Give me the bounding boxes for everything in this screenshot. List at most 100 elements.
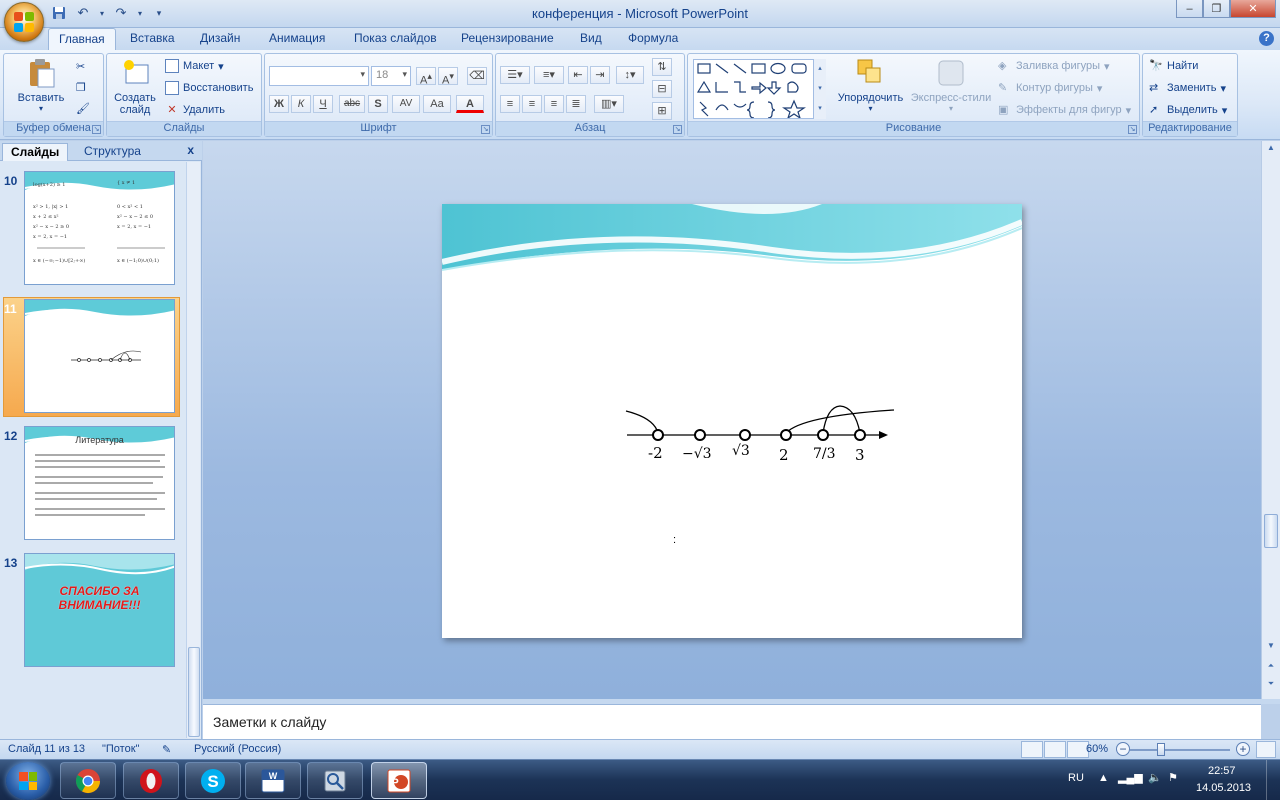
tab-formula[interactable]: Формула bbox=[628, 31, 678, 45]
grow-font-icon[interactable]: A▴ bbox=[416, 67, 436, 87]
slide-thumbnail-10[interactable]: 10 log(x+2) ≥ 1{ x ≠ 1 x² > 1, |x| > 10 … bbox=[0, 171, 186, 289]
shrink-font-icon[interactable]: A▾ bbox=[438, 67, 458, 87]
bullets-icon[interactable]: ☰▾ bbox=[500, 66, 530, 84]
pane-scroll-thumb[interactable] bbox=[188, 647, 200, 737]
format-painter-icon[interactable]: 🖌 bbox=[76, 102, 90, 115]
tab-view[interactable]: Вид bbox=[580, 31, 602, 45]
find-button[interactable]: 🔭 Найти bbox=[1149, 59, 1198, 73]
justify-icon[interactable]: ≣ bbox=[566, 95, 586, 113]
replace-button[interactable]: ⇄ Заменить ▾ bbox=[1149, 81, 1226, 95]
language-indicator[interactable]: Русский (Россия) bbox=[194, 743, 281, 755]
fit-to-window-icon[interactable] bbox=[1256, 741, 1276, 758]
columns-icon[interactable]: ▥▾ bbox=[594, 95, 624, 113]
taskbar-skype[interactable]: S bbox=[185, 762, 241, 799]
tab-animation[interactable]: Анимация bbox=[269, 31, 325, 45]
slide-sorter-icon[interactable] bbox=[1044, 741, 1066, 758]
taskbar-opera[interactable] bbox=[123, 762, 179, 799]
align-left-icon[interactable]: ≡ bbox=[500, 95, 520, 113]
dialog-launcher-icon[interactable]: ↘ bbox=[481, 125, 490, 134]
taskbar-word[interactable]: W bbox=[245, 762, 301, 799]
clock-date[interactable]: 14.05.2013 bbox=[1196, 782, 1251, 794]
normal-view-icon[interactable] bbox=[1021, 741, 1043, 758]
tab-slideshow[interactable]: Показ слайдов bbox=[354, 31, 437, 45]
font-name-combo[interactable] bbox=[269, 66, 369, 86]
shapes-scroll[interactable]: ▴ ▾ ▾ bbox=[813, 59, 826, 119]
language-tray[interactable]: RU bbox=[1068, 772, 1084, 784]
text-direction-icon[interactable]: ⇅ bbox=[652, 58, 672, 76]
arrange-button[interactable]: Упорядочить ▾ bbox=[833, 57, 908, 113]
show-hidden-icons[interactable]: ▲ bbox=[1098, 772, 1109, 784]
tab-home[interactable]: Главная bbox=[48, 28, 116, 50]
shapes-gallery[interactable] bbox=[693, 59, 826, 120]
italic-button[interactable]: К bbox=[291, 95, 311, 113]
font-color-button[interactable]: A bbox=[456, 95, 484, 113]
vertical-scrollbar[interactable]: ▲ ▼ ⏶ ⏷ bbox=[1261, 141, 1280, 699]
dialog-launcher-icon[interactable]: ↘ bbox=[92, 125, 101, 134]
clear-format-icon[interactable]: ⌫ bbox=[467, 67, 487, 85]
zoom-in-icon[interactable]: + bbox=[1236, 742, 1250, 756]
taskbar-powerpoint[interactable]: P bbox=[371, 762, 427, 799]
close-button[interactable]: ✕ bbox=[1230, 0, 1276, 18]
font-size-combo[interactable]: 18 bbox=[371, 66, 411, 86]
next-slide-icon[interactable]: ⏷ bbox=[1265, 679, 1277, 691]
tab-review[interactable]: Рецензирование bbox=[461, 31, 554, 45]
slide-thumbnail-11[interactable]: 11 bbox=[0, 299, 186, 417]
scroll-thumb[interactable] bbox=[1264, 514, 1278, 548]
taskbar-search-app[interactable] bbox=[307, 762, 363, 799]
tab-slides[interactable]: Слайды bbox=[2, 143, 69, 161]
line-spacing-icon[interactable]: ↕▾ bbox=[616, 66, 644, 84]
dialog-launcher-icon[interactable]: ↘ bbox=[1128, 125, 1137, 134]
shape-effects-button[interactable]: ▣ Эффекты для фигур ▾ bbox=[998, 103, 1131, 117]
minimize-button[interactable]: ‒ bbox=[1176, 0, 1203, 18]
close-pane-icon[interactable]: x bbox=[187, 143, 194, 157]
tab-insert[interactable]: Вставка bbox=[130, 31, 175, 45]
taskbar-chrome[interactable] bbox=[60, 762, 116, 799]
slide-thumbnail-12[interactable]: 12 Литература bbox=[0, 426, 186, 544]
clock-time[interactable]: 22:57 bbox=[1208, 765, 1236, 777]
zoom-out-icon[interactable]: − bbox=[1116, 742, 1130, 756]
align-right-icon[interactable]: ≡ bbox=[544, 95, 564, 113]
tab-design[interactable]: Дизайн bbox=[200, 31, 240, 45]
start-button[interactable] bbox=[6, 762, 50, 800]
help-icon[interactable]: ? bbox=[1259, 31, 1274, 46]
prev-slide-icon[interactable]: ⏶ bbox=[1265, 661, 1277, 673]
underline-button[interactable]: Ч bbox=[313, 95, 333, 113]
bold-button[interactable]: Ж bbox=[269, 95, 289, 113]
quick-styles-button[interactable]: Экспресс-стили ▾ bbox=[908, 57, 994, 113]
show-desktop-button[interactable] bbox=[1266, 760, 1280, 800]
spellcheck-icon[interactable]: ✎ bbox=[162, 743, 171, 756]
zoom-level[interactable]: 60% bbox=[1086, 743, 1108, 755]
notification-flag-icon[interactable]: ⚑ bbox=[1168, 771, 1178, 784]
office-button[interactable] bbox=[4, 2, 44, 42]
smartart-icon[interactable]: ⊞ bbox=[652, 102, 672, 120]
align-text-icon[interactable]: ⊟ bbox=[652, 80, 672, 98]
copy-icon[interactable]: ❐ bbox=[76, 81, 86, 94]
zoom-slider[interactable] bbox=[1130, 749, 1230, 751]
restore-button[interactable]: ❐ bbox=[1203, 0, 1230, 18]
dialog-launcher-icon[interactable]: ↘ bbox=[673, 125, 682, 134]
tab-outline[interactable]: Структура bbox=[76, 143, 149, 161]
shape-outline-button[interactable]: ✎ Контур фигуры ▾ bbox=[998, 81, 1102, 95]
cut-icon[interactable]: ✂ bbox=[76, 60, 85, 73]
paste-button[interactable]: Вставить ▾ bbox=[16, 57, 66, 113]
zoom-slider-thumb[interactable] bbox=[1157, 743, 1165, 756]
layout-button[interactable]: Макет ▾ bbox=[165, 59, 224, 73]
notes-panel[interactable]: Заметки к слайду bbox=[203, 704, 1261, 739]
select-button[interactable]: ➚ Выделить ▾ bbox=[1149, 103, 1227, 117]
pane-scrollbar[interactable] bbox=[186, 162, 200, 738]
decrease-indent-icon[interactable]: ⇤ bbox=[568, 66, 588, 84]
new-slide-button[interactable]: Создать слайд bbox=[111, 57, 161, 116]
increase-indent-icon[interactable]: ⇥ bbox=[590, 66, 610, 84]
strikethrough-button[interactable]: abc bbox=[339, 95, 365, 113]
volume-icon[interactable]: 🔈 bbox=[1148, 771, 1162, 784]
network-icon[interactable]: ▂▄▆ bbox=[1118, 771, 1143, 784]
slide-thumbnail-13[interactable]: 13 СПАСИБО ЗА ВНИМАНИЕ!!! bbox=[0, 553, 186, 671]
scroll-down-icon[interactable]: ▼ bbox=[1265, 641, 1277, 653]
numbering-icon[interactable]: ≡▾ bbox=[534, 66, 564, 84]
char-spacing-button[interactable]: AV bbox=[392, 95, 420, 113]
shape-fill-button[interactable]: ◈ Заливка фигуры ▾ bbox=[998, 59, 1110, 73]
align-center-icon[interactable]: ≡ bbox=[522, 95, 542, 113]
reset-button[interactable]: Восстановить bbox=[165, 81, 253, 95]
change-case-button[interactable]: Aa bbox=[423, 95, 451, 113]
delete-slide-button[interactable]: ✕ Удалить bbox=[165, 103, 225, 117]
